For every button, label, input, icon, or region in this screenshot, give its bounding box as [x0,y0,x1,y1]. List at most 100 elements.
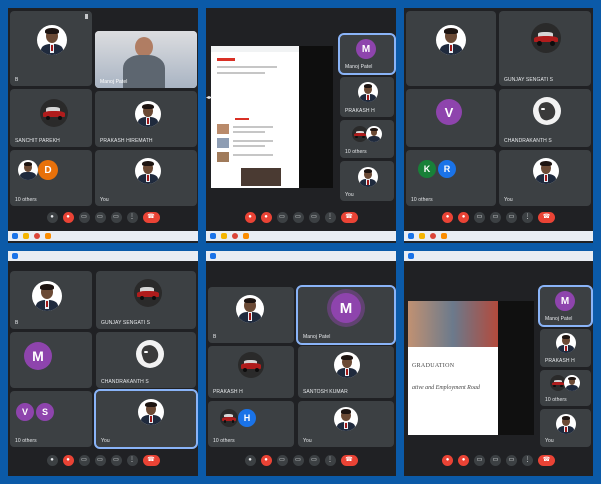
media-icon[interactable] [441,233,447,239]
camera-off-icon[interactable]: ● [442,454,453,466]
participant-tile-speaker[interactable]: Manoj Patel [95,31,197,88]
windows-icon[interactable] [12,233,18,239]
participant-name: PRAKASH HIREMATH [100,138,153,144]
captions-icon[interactable]: ▭ [78,454,90,466]
avatar-initial: R [438,160,456,178]
mic-off-icon[interactable]: ● [458,211,469,223]
slide-photo [408,301,498,347]
folder-icon[interactable] [221,233,227,239]
more-icon[interactable]: ⋮ [126,211,138,223]
participant-tile-others[interactable]: H 10 others [208,401,294,447]
windows-icon[interactable] [408,233,414,239]
end-call-icon[interactable]: ☎ [142,211,160,223]
participant-tile[interactable]: GUNJAY SENGATI S [96,271,196,329]
present-icon[interactable]: ▭ [490,211,501,223]
participant-tile-speaker[interactable]: M Manoj Patel [338,33,396,75]
participant-tile-self[interactable]: You [298,401,394,447]
chrome-icon[interactable] [232,233,238,239]
participant-tile-others[interactable]: 10 others [340,120,394,158]
participant-tile[interactable]: PRAKASH H [540,329,591,367]
raise-hand-icon[interactable]: ▭ [308,454,320,466]
participant-tile-self[interactable]: You [499,150,591,206]
raise-hand-icon[interactable]: ▭ [110,454,122,466]
chrome-icon[interactable] [430,233,436,239]
participant-tile[interactable] [406,11,496,86]
camera-icon[interactable]: ● [244,454,256,466]
windows-icon[interactable] [12,253,18,259]
end-call-icon[interactable]: ☎ [538,211,555,223]
end-call-icon[interactable]: ☎ [340,211,358,223]
participant-tile-speaker[interactable]: M Manoj Patel [538,285,593,327]
raise-hand-icon[interactable]: ▭ [110,211,122,223]
more-icon[interactable]: ⋮ [324,211,336,223]
participant-tile-speaker[interactable]: M Manoj Patel [296,285,396,345]
end-call-icon[interactable]: ☎ [340,454,358,466]
present-icon[interactable]: ▭ [94,454,106,466]
mic-off-icon[interactable]: ● [62,454,74,466]
participant-tile[interactable]: B [10,11,92,86]
car-avatar [220,409,238,427]
end-call-icon[interactable]: ☎ [142,454,160,466]
present-icon[interactable]: ▭ [94,211,106,223]
participant-tile[interactable]: M [10,332,92,388]
captions-icon[interactable]: ▭ [276,454,288,466]
participant-tile[interactable]: PRAKASH H [208,346,294,398]
participant-tile[interactable]: B [208,287,294,343]
more-icon[interactable]: ⋮ [324,454,336,466]
mic-off-icon[interactable]: ● [62,211,74,223]
camera-icon[interactable]: ● [46,211,58,223]
media-icon[interactable] [243,233,249,239]
raise-hand-icon[interactable]: ▭ [506,454,517,466]
present-icon[interactable]: ▭ [292,454,304,466]
scroll-arrow-icon[interactable]: ◂▸ [206,94,212,101]
folder-icon[interactable] [419,233,425,239]
present-icon[interactable]: ▭ [292,211,304,223]
captions-icon[interactable]: ▭ [474,211,485,223]
windows-icon[interactable] [408,253,414,259]
participant-name: GUNJAY SENGATI S [101,320,151,326]
participant-tile-self[interactable]: You [94,389,198,449]
participant-tile[interactable]: GUNJAY SENGATI S [499,11,591,86]
participant-tile[interactable]: CHANDRAKANTH S [96,332,196,388]
captions-icon[interactable]: ▭ [276,211,288,223]
participant-name: Manoj Patel [545,316,573,322]
mic-off-icon[interactable]: ● [260,454,272,466]
chrome-icon[interactable] [34,233,40,239]
pin-icon[interactable] [85,14,88,19]
camera-off-icon[interactable]: ● [442,211,453,223]
participant-tile[interactable]: PRAKASH HIREMATH [95,91,197,147]
participant-tile[interactable]: B [10,271,92,329]
participant-tile[interactable]: CHANDRAKANTH S [499,89,591,147]
folder-icon[interactable] [23,233,29,239]
participant-tile-others[interactable]: V S 10 others [10,391,92,447]
raise-hand-icon[interactable]: ▭ [506,211,517,223]
participant-tile-self[interactable]: You [340,161,394,201]
windows-icon[interactable] [210,253,216,259]
end-call-icon[interactable]: ☎ [538,454,555,466]
participant-tile-others[interactable]: 10 others [540,370,591,406]
present-icon[interactable]: ▭ [490,454,501,466]
mic-off-icon[interactable]: ● [458,454,469,466]
participant-name: You [303,438,312,444]
captions-icon[interactable]: ▭ [78,211,90,223]
more-icon[interactable]: ⋮ [522,211,533,223]
participant-tile[interactable]: PRAKASH H [340,77,394,117]
participant-tile-others[interactable]: D 10 others [10,150,92,206]
more-icon[interactable]: ⋮ [126,454,138,466]
participant-name: 10 others [411,197,433,203]
participant-tile-self[interactable]: You [95,150,197,206]
camera-icon[interactable]: ● [46,454,58,466]
participant-tile[interactable]: SANCHIT PAREKH [10,89,92,147]
mic-off-icon[interactable]: ● [260,211,272,223]
windows-icon[interactable] [210,233,216,239]
raise-hand-icon[interactable]: ▭ [308,211,320,223]
media-icon[interactable] [45,233,51,239]
participant-tile-others[interactable]: K R 10 others [406,150,496,206]
camera-off-icon[interactable]: ● [244,211,256,223]
more-icon[interactable]: ⋮ [522,454,533,466]
participant-tile[interactable]: SANTOSH KUMAR [298,346,394,398]
participant-tile[interactable]: V [406,89,496,147]
participant-name: CHANDRAKANTH S [504,138,552,144]
participant-tile-self[interactable]: You [540,409,591,447]
captions-icon[interactable]: ▭ [474,454,485,466]
